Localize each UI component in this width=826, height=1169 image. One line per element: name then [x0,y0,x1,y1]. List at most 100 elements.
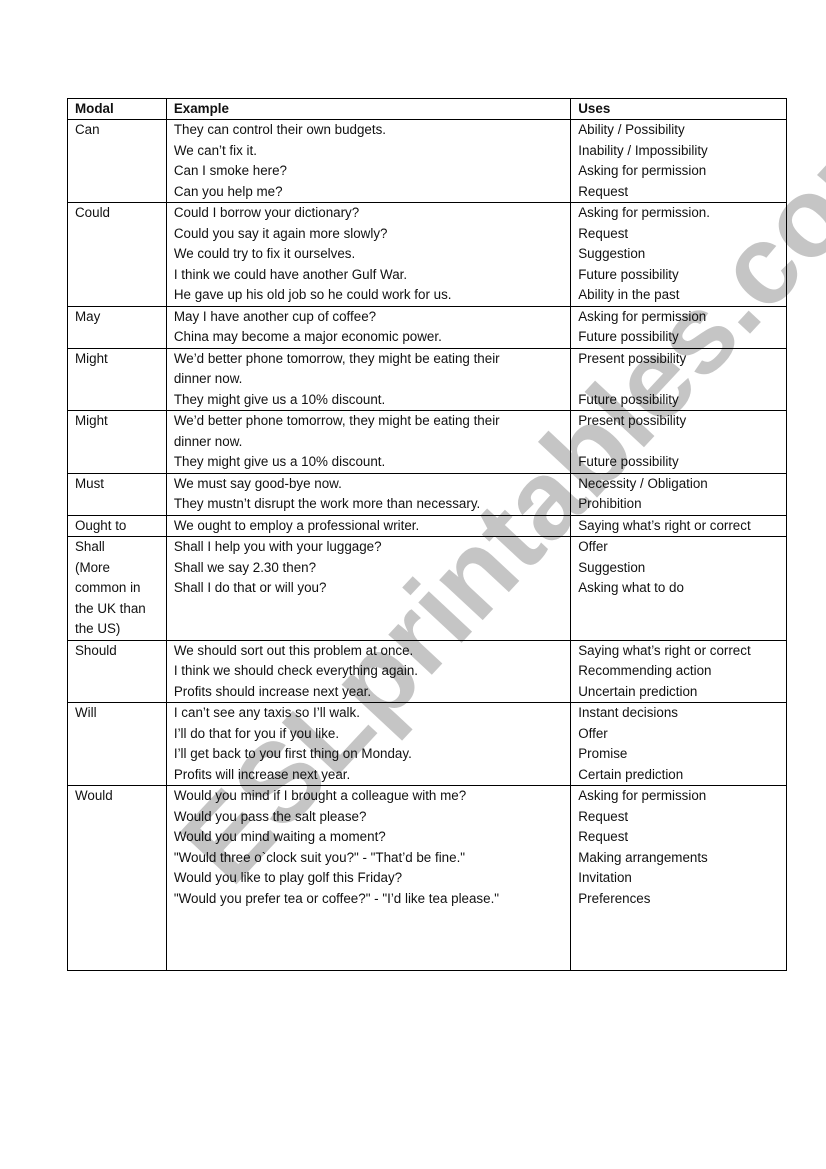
table-row: Can They can control their own budgets. We… [67,119,787,203]
uses-line: Saying what’s right or correct [578,642,751,658]
example-cell: We should sort out this problem at once.… [165,639,572,703]
modal-cell: Might [67,347,167,411]
uses-line [578,432,779,453]
example-line: Can I smoke here? [173,163,287,178]
example-line: Shall I help you with your luggage? [173,539,382,554]
example-line: Shall I do that or will you? [173,580,327,595]
table-row: May May I have another cup of coffee? Chin… [67,305,787,349]
example-line: Can you help me? [173,183,283,199]
example-line: We can’t fix it. [173,142,257,158]
modal-cell: Should [67,639,167,703]
uses-line: Making arrangements [578,849,708,865]
example-line: I’ll do that for you if you like. [173,725,340,741]
example-line: Could you say it again more slowly? [173,225,388,241]
example-line: I can’t see any taxis so I’ll walk. [173,705,360,720]
uses-line: Ability in the past [578,287,680,302]
example-line: They mustn’t disrupt the work more than … [173,496,481,511]
example-line: Would you mind waiting a moment? [173,829,386,844]
uses-cell: Ability / Possibility Inability / Impossi… [570,119,787,203]
modal-cell: Will [67,702,167,786]
example-line: Profits will increase next year. [173,766,351,782]
example-line: Could I borrow your dictionary? [173,205,360,220]
uses-line: Promise [578,746,628,761]
uses-line: Future possibility [578,266,679,282]
uses-line: Request [578,829,629,844]
modal-line: Shall [75,539,105,554]
uses-cell: Asking for permission Request Request Makin… [570,785,787,971]
uses-cell: Asking for permission Future possibility [570,305,787,349]
example-line: We’d better phone tomorrow, they might b… [173,413,500,428]
uses-line: Suggestion [578,559,646,575]
uses-line: Asking for permission [578,308,707,324]
example-cell: We’d better phone tomorrow, they might b… [165,410,572,474]
example-line: Would you pass the salt please? [173,808,367,824]
header-row: Modal Example Uses [67,98,787,120]
uses-line: Request [578,225,629,241]
modal-line: common in [75,580,141,595]
example-line: I’ll get back to you first thing on Mond… [173,746,412,761]
uses-cell: Necessity / Obligation Prohibition [570,472,787,516]
uses-line: Asking for permission [578,788,707,803]
uses-line: Present possibility [578,350,687,366]
example-cell: We’d better phone tomorrow, they might b… [165,347,572,411]
example-line: We’d better phone tomorrow, they might b… [173,350,500,366]
example-cell: Would you mind if I brought a colleague … [165,785,572,971]
uses-line: Inability / Impossibility [578,142,708,158]
example-cell: They can control their own budgets. We ca… [165,119,572,203]
uses-line: Saying what’s right or correct [578,517,751,533]
header-uses: Uses [570,98,787,120]
uses-line: Recommending action [578,663,712,678]
table-row: Could Could I borrow your dictionary? Coul… [67,202,787,307]
modal-line: Must [75,475,105,491]
example-line: I think we could have another Gulf War. [173,266,408,282]
example-line: May I have another cup of coffee? [173,308,377,324]
modal-line: Can [75,122,100,137]
modal-line: Might [75,413,108,428]
uses-cell: Saying what’s right or correct Recommendi… [570,639,787,703]
modal-line: the US) [75,621,121,636]
uses-line: Offer [578,725,608,741]
uses-line: Uncertain prediction [578,683,698,699]
example-cell: Shall I help you with your luggage? Shall… [165,536,572,641]
uses-line: Asking for permission [578,163,707,178]
modal-line: Would [75,788,113,803]
uses-line: Invitation [578,870,632,885]
modal-cell: Might [67,410,167,474]
modal-line: Will [75,705,97,720]
uses-cell: Present possibility Future possibility [570,347,787,411]
modal-line: Might [75,350,108,366]
example-line: dinner now. [173,371,243,386]
modal-cell: Can [67,119,167,203]
modal-line: May [75,308,101,324]
modal-cell: Could [67,202,167,307]
modal-line: the UK than [75,600,146,616]
uses-line: Request [578,808,629,824]
uses-cell: Asking for permission. Request Suggestion F… [570,202,787,307]
table-row: Will I can’t see any taxis so I’ll walk. I… [67,702,787,786]
example-line: China may become a major economic power. [173,329,442,344]
modal-cell: Would [67,785,167,971]
modal-cell: Ought to [67,514,167,537]
uses-line [578,369,779,390]
example-cell: I can’t see any taxis so I’ll walk. I’ll … [165,702,572,786]
uses-line: Preferences [578,890,651,906]
uses-line: Asking for permission. [578,205,710,220]
modal-cell: Must [67,472,167,516]
example-line: We could try to fix it ourselves. [173,246,356,261]
example-line: We should sort out this problem at once. [173,642,414,658]
example-line: They can control their own budgets. [173,122,386,137]
modals-table: Modal Example Uses Can They can control t… [67,98,787,971]
uses-line: Request [578,183,629,199]
example-line: Shall we say 2.30 then? [173,559,317,575]
example-line: Would you mind if I brought a colleague … [173,788,467,803]
example-cell: We must say good-bye now. They mustn’t di… [165,472,572,516]
example-line: We ought to employ a professional writer… [173,517,420,533]
uses-cell: Present possibility Future possibility [570,410,787,474]
uses-line: Offer [578,539,608,554]
uses-line: Necessity / Obligation [578,475,708,491]
example-line: They might give us a 10% discount. [173,454,386,469]
uses-line: Future possibility [578,329,679,344]
modal-cell: Shall (More common in the UK than the US) [67,536,167,641]
uses-cell: Offer Suggestion Asking what to do [570,536,787,641]
uses-line: Suggestion [578,246,646,261]
